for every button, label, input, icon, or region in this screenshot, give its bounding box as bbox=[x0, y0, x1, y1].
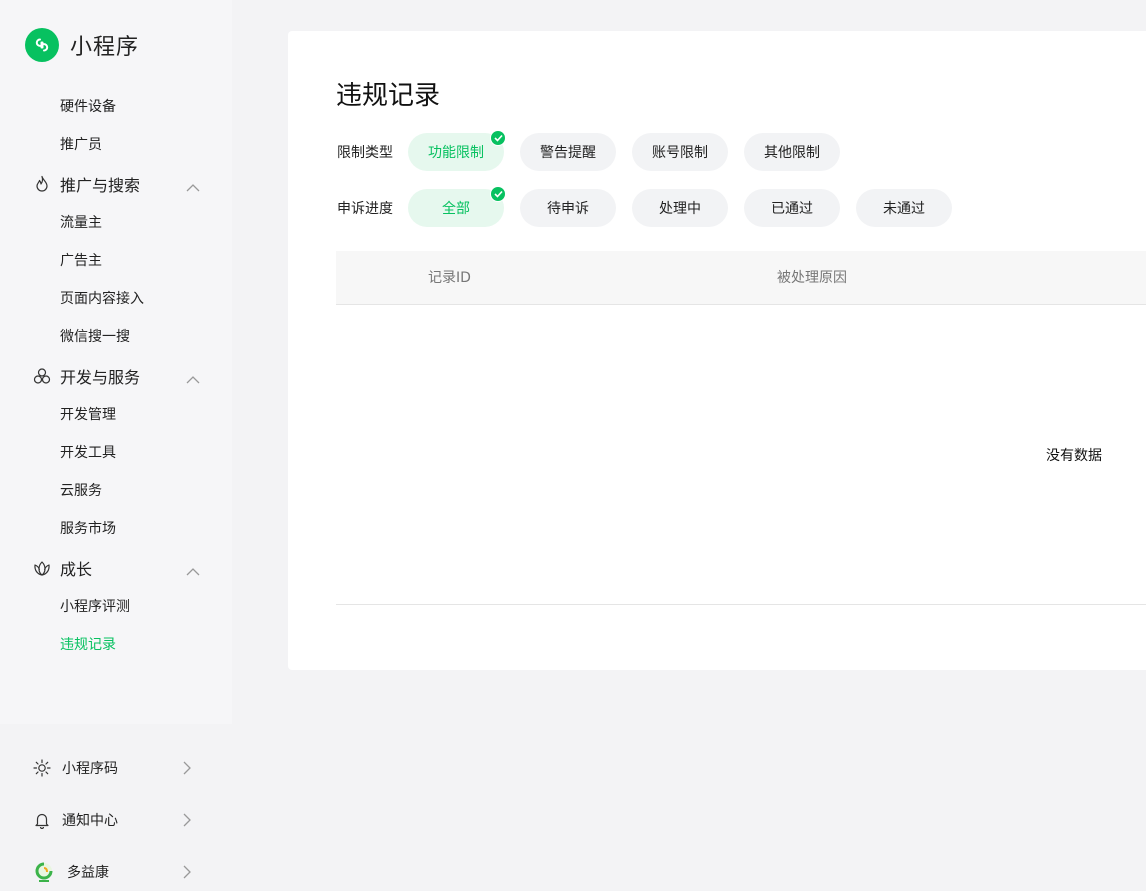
filter-chip[interactable]: 功能限制 bbox=[408, 130, 506, 171]
filter-chip-label: 待申诉 bbox=[547, 201, 589, 217]
filter-chip-label: 账号限制 bbox=[652, 145, 708, 161]
filter-chip[interactable]: 未通过 bbox=[856, 189, 952, 227]
filter-chip-label: 全部 bbox=[442, 201, 470, 217]
sidebar-group-label: 开发与服务 bbox=[60, 368, 141, 387]
empty-state-text: 没有数据 bbox=[1046, 448, 1102, 464]
bell-icon bbox=[33, 811, 51, 829]
circles-icon bbox=[33, 367, 51, 385]
sidebar: 小程序 硬件设备 推广员推广与搜索流量主 广告主 页面内容接入 微信搜一搜开发与服务开发… bbox=[0, 0, 232, 891]
main-card: 违规记录 限制类型 功能限制 警告提醒 账号限制 其他限制 申诉进度 全部 待申诉 处理中… bbox=[288, 31, 1146, 670]
chevron-right-icon bbox=[182, 761, 192, 779]
filter-label: 申诉进度 bbox=[337, 201, 393, 217]
table-header: 记录ID 被处理原因 bbox=[336, 251, 1146, 305]
sun-burst-icon bbox=[33, 759, 51, 777]
sidebar-item[interactable]: 广告主 bbox=[0, 242, 232, 280]
account-avatar-icon bbox=[33, 861, 55, 883]
sidebar-item[interactable]: 服务市场 bbox=[0, 510, 232, 548]
sidebar-item-label: 通知中心 bbox=[62, 813, 118, 829]
sidebar-item-notification-center[interactable]: 通知中心 bbox=[0, 800, 232, 840]
chevron-up-icon[interactable] bbox=[186, 178, 200, 197]
check-icon bbox=[490, 130, 506, 146]
filter-chip[interactable]: 处理中 bbox=[632, 189, 728, 227]
sidebar-group[interactable]: 成长 bbox=[0, 548, 232, 588]
sidebar-group-label: 推广与搜索 bbox=[60, 176, 141, 195]
app-logo[interactable]: 小程序 bbox=[25, 28, 139, 62]
sidebar-item-label: 小程序码 bbox=[62, 761, 118, 777]
sidebar-item[interactable]: 违规记录 bbox=[0, 626, 232, 664]
sidebar-item[interactable]: 硬件设备 bbox=[0, 88, 232, 126]
filter-chip[interactable]: 账号限制 bbox=[632, 133, 728, 171]
sidebar-item-mini-program-code[interactable]: 小程序码 bbox=[0, 748, 232, 788]
column-header-reason: 被处理原因 bbox=[777, 270, 847, 286]
sidebar-group[interactable]: 开发与服务 bbox=[0, 356, 232, 396]
filter-chip-label: 处理中 bbox=[659, 201, 701, 217]
sidebar-item[interactable]: 开发管理 bbox=[0, 396, 232, 434]
sidebar-nav: 硬件设备 推广员推广与搜索流量主 广告主 页面内容接入 微信搜一搜开发与服务开发管理 开发… bbox=[0, 88, 232, 664]
chip-group: 全部 待申诉 处理中 已通过 未通过 bbox=[408, 186, 968, 227]
chevron-right-icon bbox=[182, 813, 192, 831]
chevron-up-icon[interactable] bbox=[186, 370, 200, 389]
filter-chip[interactable]: 待申诉 bbox=[520, 189, 616, 227]
lotus-icon bbox=[33, 559, 51, 577]
sidebar-item[interactable]: 流量主 bbox=[0, 204, 232, 242]
sidebar-item[interactable]: 推广员 bbox=[0, 126, 232, 164]
check-icon bbox=[490, 186, 506, 202]
sidebar-group-label: 成长 bbox=[60, 560, 93, 579]
sidebar-item[interactable]: 微信搜一搜 bbox=[0, 318, 232, 356]
sidebar-item[interactable]: 小程序评测 bbox=[0, 588, 232, 626]
chevron-up-icon[interactable] bbox=[186, 562, 200, 581]
filter-chip-label: 其他限制 bbox=[764, 145, 820, 161]
filter-chip[interactable]: 其他限制 bbox=[744, 133, 840, 171]
chip-group: 功能限制 警告提醒 账号限制 其他限制 bbox=[408, 130, 856, 171]
table-divider bbox=[336, 604, 1146, 605]
filter-chip[interactable]: 已通过 bbox=[744, 189, 840, 227]
filter-chip-label: 未通过 bbox=[883, 201, 925, 217]
column-header-record-id: 记录ID bbox=[428, 270, 471, 286]
filter-chip-label: 已通过 bbox=[771, 201, 813, 217]
filter-chip[interactable]: 全部 bbox=[408, 186, 506, 227]
page-title: 违规记录 bbox=[336, 81, 441, 111]
sidebar-item-account[interactable]: 多益康 bbox=[0, 852, 232, 891]
filter-label: 限制类型 bbox=[337, 145, 393, 161]
filter-appeal-progress: 申诉进度 全部 待申诉 处理中 已通过 未通过 bbox=[337, 186, 968, 227]
sidebar-item[interactable]: 页面内容接入 bbox=[0, 280, 232, 318]
filter-chip-label: 功能限制 bbox=[428, 145, 484, 161]
app-title: 小程序 bbox=[70, 35, 140, 60]
sidebar-item-label: 多益康 bbox=[67, 865, 109, 881]
sidebar-item[interactable]: 开发工具 bbox=[0, 434, 232, 472]
chevron-right-icon bbox=[182, 865, 192, 883]
filter-chip-label: 警告提醒 bbox=[540, 145, 596, 161]
flame-icon bbox=[33, 175, 51, 193]
filter-restriction-type: 限制类型 功能限制 警告提醒 账号限制 其他限制 bbox=[337, 130, 856, 171]
sidebar-item[interactable]: 云服务 bbox=[0, 472, 232, 510]
filter-chip[interactable]: 警告提醒 bbox=[520, 133, 616, 171]
mini-program-logo-icon bbox=[25, 28, 59, 62]
sidebar-bottom: 小程序码 通知中心 多益康 bbox=[0, 724, 232, 891]
sidebar-group[interactable]: 推广与搜索 bbox=[0, 164, 232, 204]
